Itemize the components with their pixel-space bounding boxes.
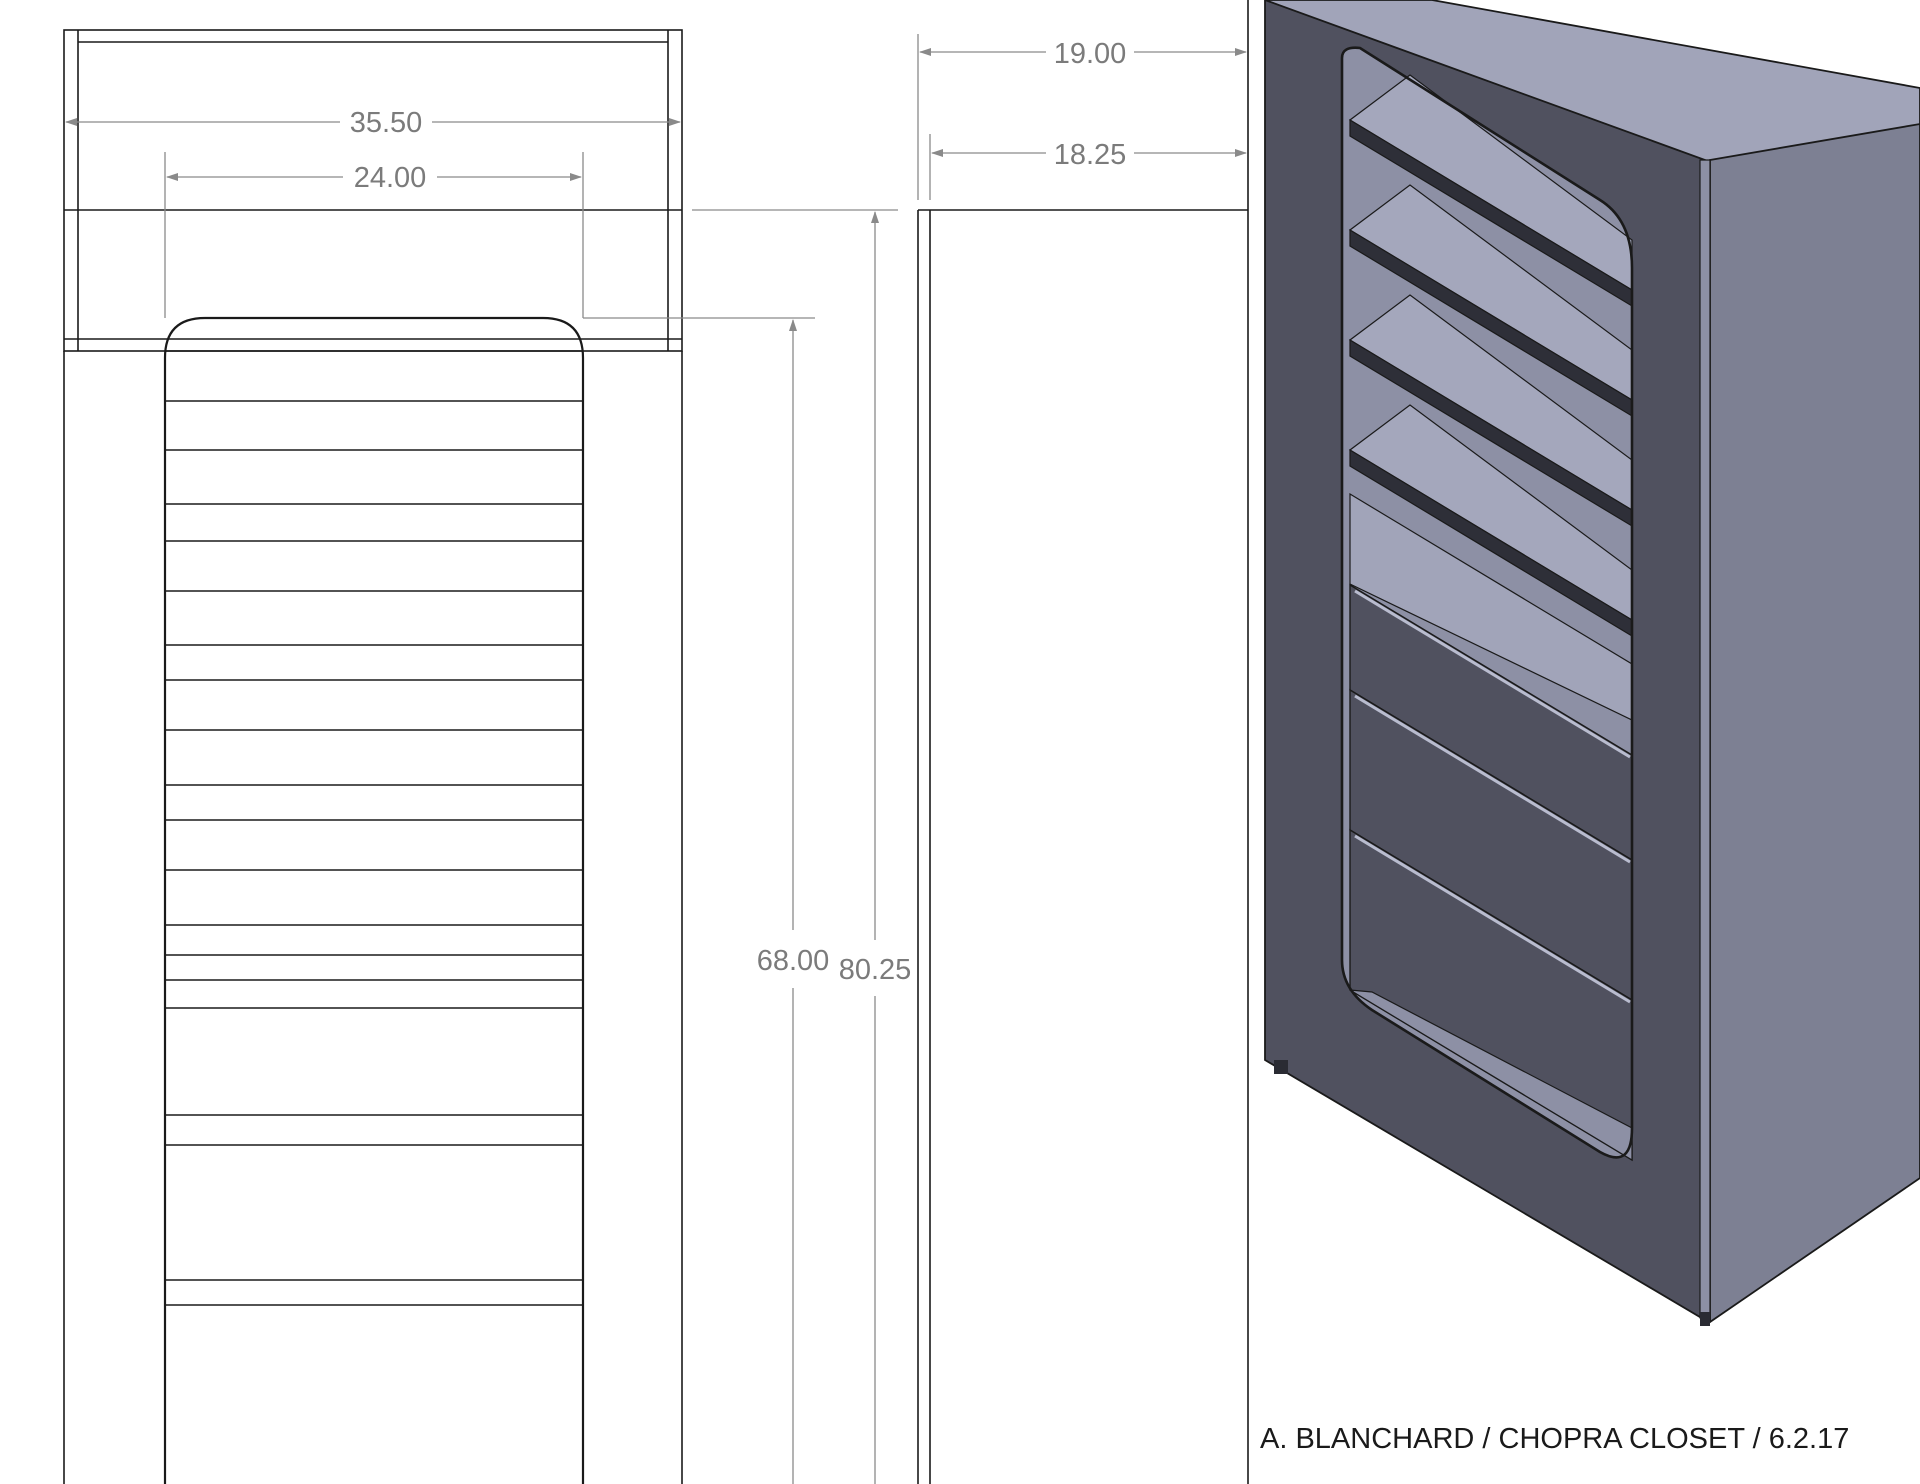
- door-opening-outline: [163, 316, 585, 1484]
- isometric-view: [1264, 0, 1920, 1326]
- dimension-opening-height: 68.00: [583, 317, 830, 1484]
- dimension-opening-height-label: 68.00: [757, 945, 830, 977]
- iso-front-edge: [1699, 159, 1711, 1323]
- iso-foot-right: [1700, 1312, 1710, 1326]
- dimension-opening-width: 24.00: [164, 152, 584, 318]
- iso-foot-left: [1274, 1060, 1288, 1074]
- front-elevation: 35.50 24.00 68.00 80.25: [63, 29, 912, 1484]
- dimension-overall-height: 80.25: [692, 209, 912, 1484]
- dimension-overall-depth-label: 19.00: [1054, 38, 1127, 70]
- title-block: A. BLANCHARD / CHOPRA CLOSET / 6.2.17: [1260, 1423, 1849, 1455]
- dimension-overall-width-label: 35.50: [350, 107, 423, 139]
- shelf-lines: [165, 350, 583, 1306]
- side-elevation: 19.00 18.25: [917, 0, 1249, 1484]
- dimension-interior-depth: 18.25: [929, 134, 1247, 200]
- iso-side-face: [1709, 123, 1920, 1324]
- dimension-overall-width: 35.50: [65, 107, 681, 139]
- dimension-overall-height-label: 80.25: [839, 954, 912, 986]
- dimension-interior-depth-label: 18.25: [1054, 139, 1127, 171]
- closet-drawing: 35.50 24.00 68.00 80.25 19.00 18.25 A. B…: [63, 0, 1920, 1484]
- dimension-overall-depth: 19.00: [917, 34, 1247, 200]
- dimension-opening-width-label: 24.00: [354, 162, 427, 194]
